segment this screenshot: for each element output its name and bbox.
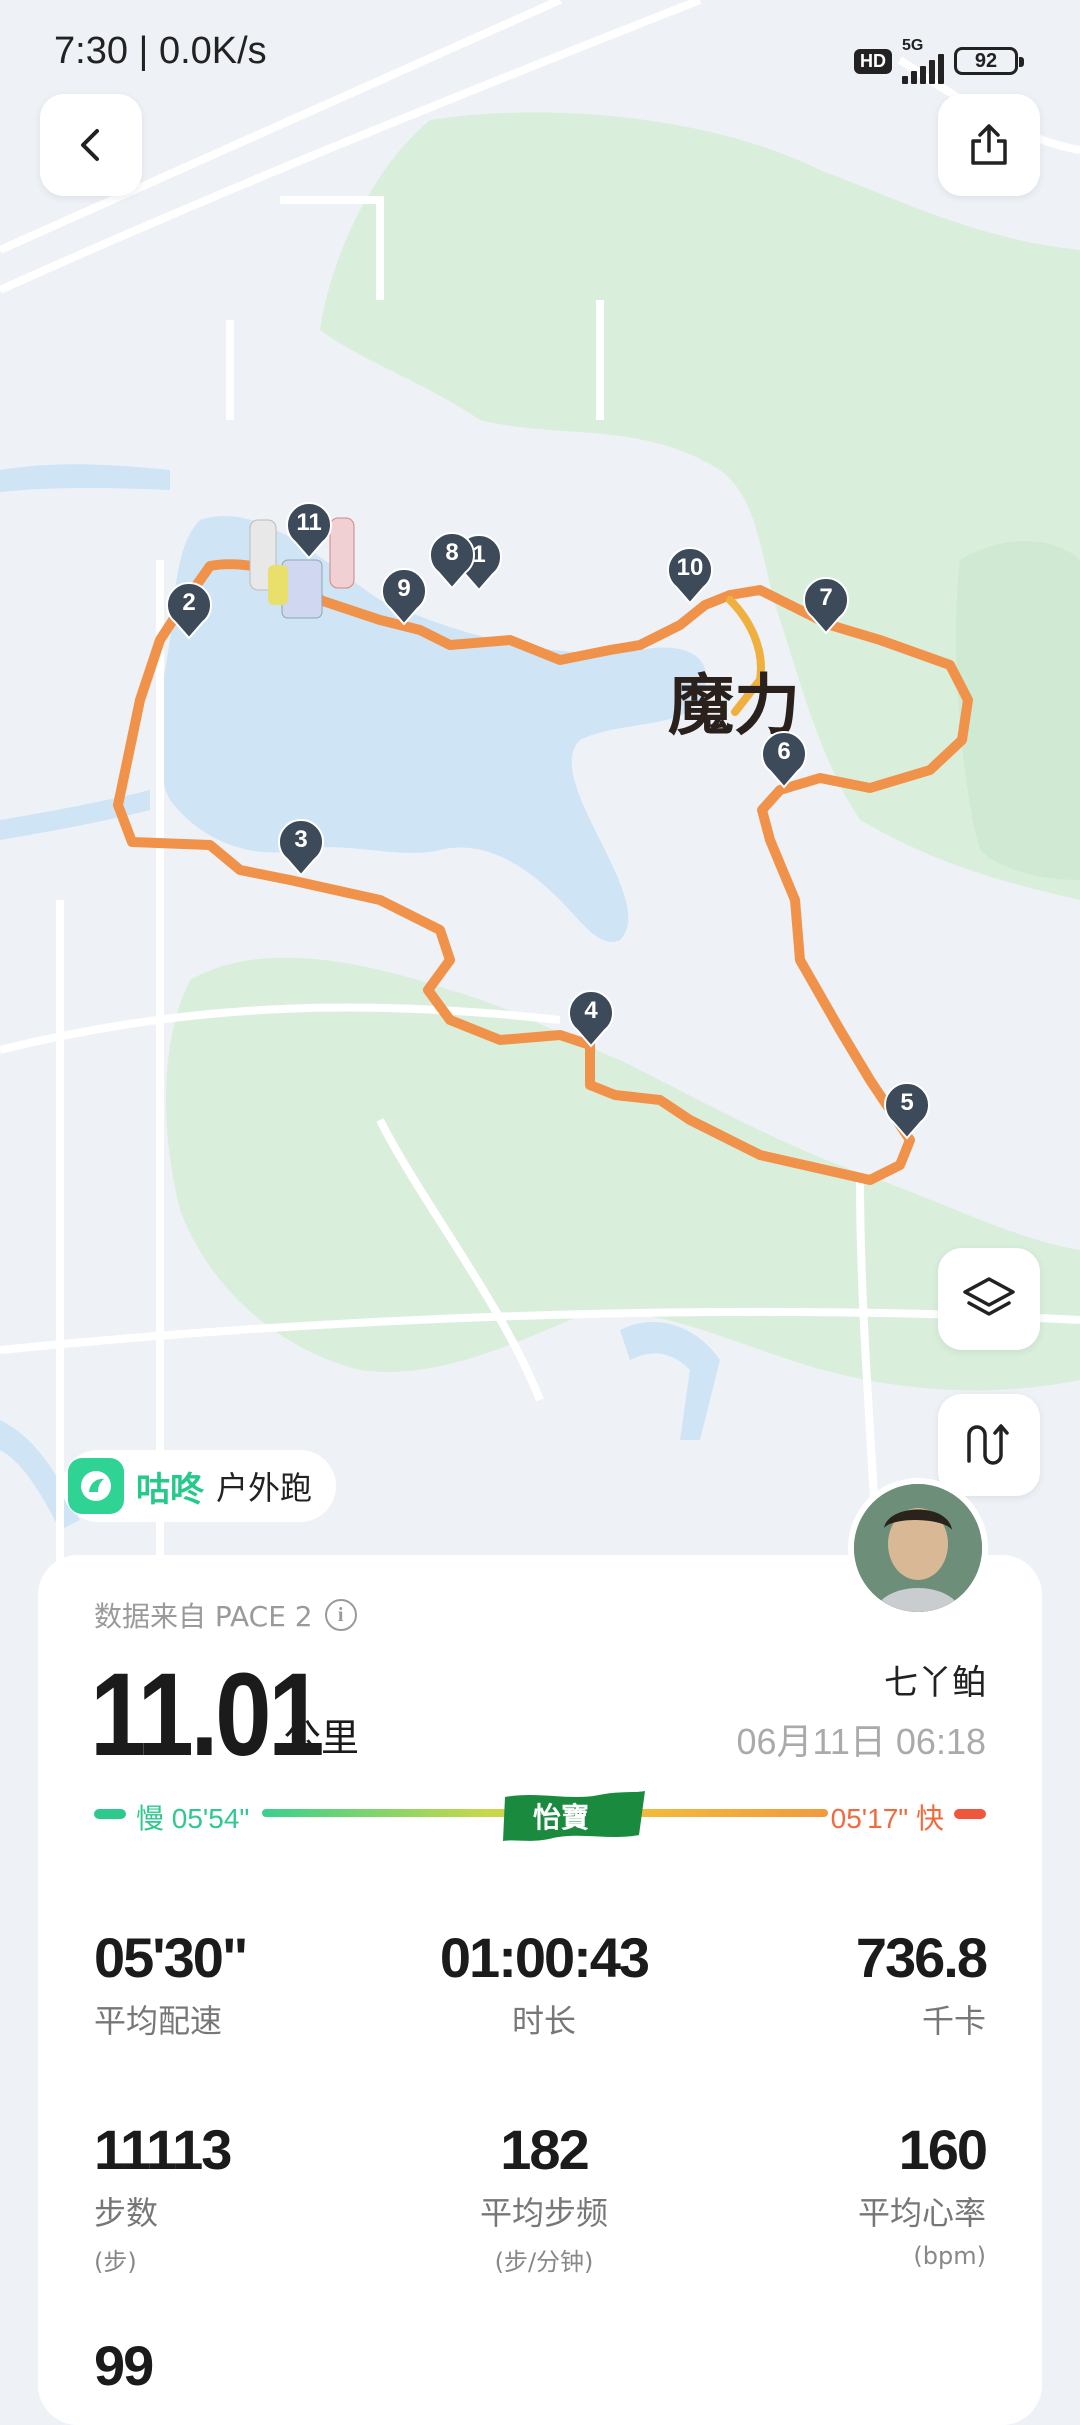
pace-fast-label: 05'17" 快: [830, 1803, 944, 1834]
km-marker-2[interactable]: 2: [165, 582, 213, 640]
stat-duration: 01:00:43 时长: [374, 1925, 714, 2042]
stat-label: 平均心率: [857, 2194, 986, 2232]
slow-indicator: [94, 1809, 126, 1819]
km-marker-label: 9: [397, 575, 411, 602]
stat-calories: 736.8 千卡: [855, 1925, 988, 2042]
codoon-logo-icon: [68, 1458, 124, 1514]
km-marker-label: 8: [445, 539, 459, 566]
status-time: 7:30 | 0.0K/s: [54, 30, 267, 72]
km-marker-label: 10: [676, 554, 704, 581]
stat-label: 平均步频: [479, 2194, 608, 2232]
km-marker-label: 11: [296, 509, 322, 536]
stat-value: 01:00:43: [439, 1926, 650, 1989]
pace-slow-label: 慢 05'54": [136, 1803, 250, 1834]
sponsor-flag-logo: 怡寶: [503, 1791, 645, 1841]
chevron-left-icon: [81, 129, 99, 161]
distance-unit: 公里: [283, 1716, 360, 1760]
route-replay-icon: [967, 1424, 1009, 1465]
data-source-label: 数据来自 PACE 2: [94, 1600, 313, 1633]
layers-icon: [963, 1277, 1015, 1316]
source-app-chip[interactable]: 咕咚 户外跑: [62, 1450, 337, 1522]
stat-label: 时长: [511, 2002, 576, 2040]
route-map[interactable]: [0, 0, 1080, 1600]
km-marker-label: 7: [819, 584, 833, 611]
km-marker-label: 4: [584, 997, 598, 1024]
stat-value: 160: [898, 2118, 988, 2181]
stat-label: 平均配速: [94, 2002, 223, 2040]
network-type: 5G: [902, 37, 924, 54]
km-marker-8[interactable]: 8: [428, 532, 476, 590]
hd-icon: HD: [854, 48, 892, 74]
battery-level: 92: [974, 49, 998, 72]
km-marker-5[interactable]: 5: [883, 1082, 931, 1140]
avatar[interactable]: [848, 1478, 988, 1618]
workout-datetime: 06月11日 06:18: [736, 1721, 986, 1762]
km-marker-7[interactable]: 7: [802, 577, 850, 635]
data-source: 数据来自 PACE 2 i: [94, 1595, 357, 1635]
stat-cadence: 182 平均步频 (步/分钟): [374, 2117, 714, 2277]
map-layers-button[interactable]: [938, 1248, 1040, 1350]
km-marker-label: 6: [777, 738, 791, 765]
share-icon: [971, 124, 1007, 165]
km-marker-label: 3: [294, 826, 308, 853]
km-marker-10[interactable]: 10: [666, 547, 714, 605]
stat-unit: (步/分钟): [494, 2248, 594, 2276]
info-icon[interactable]: i: [324, 1599, 357, 1631]
stat-value: 182: [500, 2118, 589, 2181]
status-bar: 7:30 | 0.0K/s HD 5G 92: [0, 0, 1080, 110]
stat-label: 千卡: [921, 2002, 986, 2040]
stat-extra: 99: [94, 2333, 154, 2398]
stat-unit: (bpm): [913, 2242, 986, 2270]
sponsor-name: 怡寶: [533, 1801, 589, 1834]
stat-steps: 11113 步数 (步): [94, 2117, 232, 2277]
stat-value: 11113: [94, 2118, 232, 2181]
source-brand: 咕咚: [136, 1469, 204, 1510]
stat-value: 736.8: [855, 1926, 988, 1989]
stat-label: 步数: [94, 2194, 159, 2232]
pace-range-bar: 慢 05'54" 怡寶 05'17" 快: [94, 1787, 986, 1847]
km-marker-6[interactable]: 6: [760, 731, 808, 789]
workout-summary-card: 数据来自 PACE 2 i 11.01 公里 七丫鲌 06月11日 06:18 …: [38, 1555, 1042, 2425]
km-marker-4[interactable]: 4: [567, 990, 615, 1048]
signal-icon: 5G: [902, 38, 944, 84]
km-marker-9[interactable]: 9: [380, 568, 428, 626]
km-marker-label: 5: [900, 1089, 914, 1116]
km-marker-3[interactable]: 3: [277, 819, 325, 877]
user-name: 七丫鲌: [884, 1663, 986, 1703]
fast-indicator: [954, 1809, 986, 1819]
stat-avg-pace: 05'30" 平均配速: [94, 1925, 248, 2042]
battery-icon: 92: [954, 47, 1024, 75]
activity-type: 户外跑: [216, 1469, 313, 1507]
stat-heart-rate: 160 平均心率 (bpm): [857, 2117, 988, 2270]
stat-unit: (步): [94, 2248, 137, 2276]
stat-value: 99: [94, 2334, 154, 2397]
route-replay-button[interactable]: [938, 1394, 1040, 1496]
km-marker-label: 2: [182, 589, 196, 616]
stat-value: 05'30": [94, 1926, 248, 1989]
km-marker-11[interactable]: 11: [285, 502, 333, 560]
